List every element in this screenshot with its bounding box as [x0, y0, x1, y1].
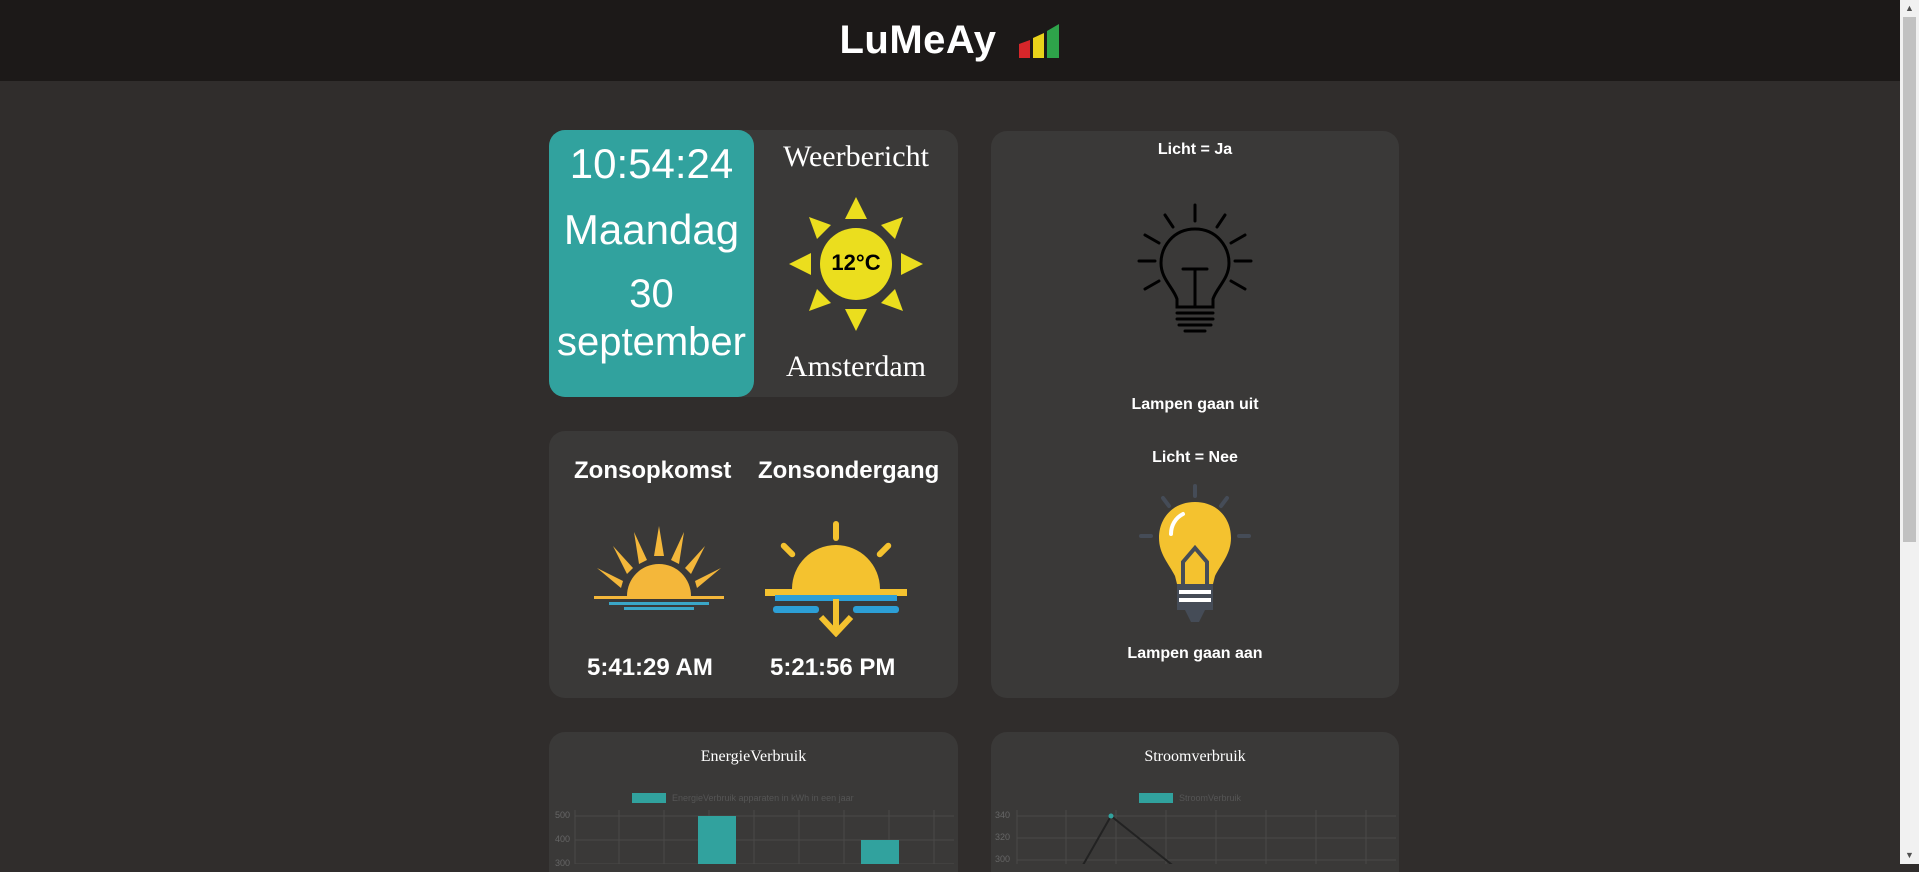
app-header: LuMeAy [0, 0, 1900, 81]
scroll-up-arrow-icon[interactable]: ▲ [1900, 0, 1919, 17]
lightbulb-off-icon [1137, 203, 1253, 348]
light-on-caption: Lampen gaan aan [1127, 645, 1263, 662]
lights-card: Licht = Ja Lampen gaan uit Licht = Nee L… [991, 131, 1399, 698]
clock-time: 10:54:24 [569, 140, 734, 187]
sun-times-card: Zonsopkomst Zonsondergang 5:41:29 AM 5:2… [549, 431, 958, 698]
sunrise-icon [589, 526, 729, 616]
light-off-caption: Lampen gaan uit [1131, 396, 1259, 413]
sunset-icon [765, 521, 907, 642]
light-off-status: Licht = Ja [1157, 141, 1233, 158]
energy-chart-card: EnergieVerbruik EnergieVerbruik apparate… [549, 732, 958, 872]
weather-panel: Weerbericht 12°C Amsterdam [754, 130, 958, 397]
weather-title: Weerbericht [783, 140, 929, 173]
sunrise-label: Zonsopkomst [574, 457, 732, 484]
weather-city: Amsterdam [786, 350, 926, 383]
clock-day: Maandag [563, 206, 740, 253]
page-scrollbar[interactable]: ▲ ▼ [1900, 0, 1919, 864]
sunrise-time: 5:41:29 AM [587, 654, 713, 681]
energy-chart-plot [574, 810, 954, 864]
app-title: LuMeAy [839, 18, 997, 62]
clock-date-month: september [557, 320, 746, 364]
power-chart-plot [1016, 810, 1396, 864]
sunset-time: 5:21:56 PM [770, 654, 896, 681]
clock-date-day: 30 [629, 272, 674, 316]
light-on-status: Licht = Nee [1152, 449, 1238, 466]
power-data-point [1108, 813, 1114, 819]
energy-bar [698, 816, 736, 864]
clock-panel: 10:54:24 Maandag 30 september [549, 130, 754, 397]
lightbulb-on-icon [1137, 484, 1253, 629]
signal-bars-icon [1018, 23, 1061, 60]
scrollbar-thumb[interactable] [1903, 17, 1916, 542]
power-chart-card: Stroomverbruik StroomVerbruik 340 320 30… [991, 732, 1399, 872]
clock-date: 30 september [549, 270, 754, 366]
energy-bar [861, 840, 899, 864]
scroll-down-arrow-icon[interactable]: ▼ [1900, 847, 1919, 864]
weather-temperature: 12°C [831, 250, 881, 275]
sunset-label: Zonsondergang [758, 457, 940, 484]
